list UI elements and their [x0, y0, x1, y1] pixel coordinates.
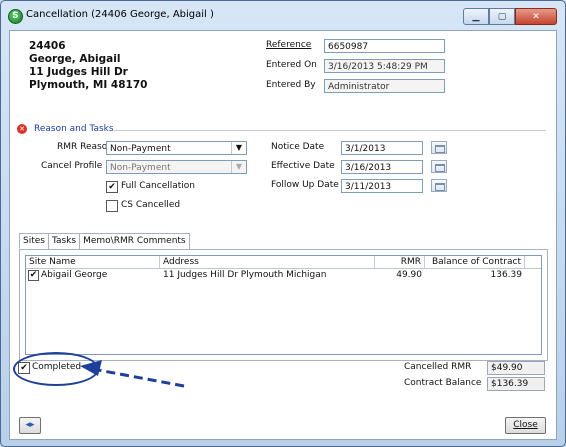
cancel-profile-select: Non-Payment ▼ [106, 160, 247, 174]
close-button[interactable]: Close [505, 417, 546, 434]
cs-cancelled-checkbox[interactable] [106, 200, 118, 212]
cancelled-rmr-label: Cancelled RMR [404, 362, 472, 372]
effective-date-label: Effective Date [271, 161, 335, 171]
client-area: 24406 George, Abigail 11 Judges Hill Dr … [9, 30, 557, 440]
column-header-address[interactable]: Address [160, 256, 375, 268]
close-window-button[interactable]: ✕ [515, 8, 557, 25]
entered-on-field: 3/16/2013 5:48:29 PM [324, 59, 445, 73]
app-icon: S [8, 9, 23, 24]
section-divider [114, 130, 546, 131]
column-header-site-name[interactable]: Site Name [26, 256, 160, 268]
tab-memo-rmr-comments[interactable]: Memo\RMR Comments [79, 233, 190, 249]
customer-address-line2: Plymouth, MI 48170 [29, 79, 148, 91]
full-cancellation-label: Full Cancellation [121, 181, 195, 191]
calendar-icon[interactable] [431, 141, 447, 154]
navigate-button[interactable]: ◂▸ [19, 417, 41, 434]
rmr-reason-select[interactable]: Non-Payment ▼ [106, 141, 247, 155]
annotation-arrow [80, 360, 185, 388]
chevron-down-icon: ▼ [231, 161, 246, 173]
cancellation-window: S Cancellation (24406 George, Abigail ) … [0, 0, 566, 447]
reference-label: Reference [266, 40, 312, 50]
table-header: Site Name Address RMR Balance of Contrac… [26, 256, 541, 269]
window-title: Cancellation (24406 George, Abigail ) [26, 9, 214, 20]
follow-up-date-label: Follow Up Date [271, 180, 339, 190]
arrow-head [80, 360, 102, 376]
tab-tasks[interactable]: Tasks [47, 233, 81, 249]
cancelled-rmr-value: $49.90 [487, 361, 545, 375]
calendar-icon[interactable] [431, 179, 447, 192]
minimize-button[interactable]: ▁ [463, 8, 489, 25]
notice-date-label: Notice Date [271, 142, 325, 152]
title-bar[interactable]: S Cancellation (24406 George, Abigail ) … [1, 1, 565, 29]
contract-balance-label: Contract Balance [404, 378, 482, 388]
tab-strip: Sites Tasks Memo\RMR Comments [19, 233, 190, 249]
column-header-balance[interactable]: Balance of Contract [425, 256, 525, 268]
entered-by-field: Administrator [324, 79, 445, 93]
customer-address-line1: 11 Judges Hill Dr [29, 66, 128, 78]
sites-table[interactable]: Site Name Address RMR Balance of Contrac… [25, 255, 542, 355]
maximize-button[interactable]: ▢ [489, 8, 515, 25]
cell-address: 11 Judges Hill Dr Plymouth Michigan [163, 270, 327, 280]
customer-name: George, Abigail [29, 53, 121, 65]
table-row[interactable]: ✔ Abigail George 11 Judges Hill Dr Plymo… [26, 269, 541, 282]
rmr-reason-value: Non-Payment [110, 144, 171, 154]
sites-tab-panel: Site Name Address RMR Balance of Contrac… [19, 249, 548, 361]
section-title: Reason and Tasks [34, 124, 114, 134]
effective-date-field[interactable]: 3/16/2013 [341, 160, 423, 174]
full-cancellation-checkbox[interactable]: ✔ [106, 181, 118, 193]
follow-up-date-field[interactable]: 3/11/2013 [341, 179, 423, 193]
cell-balance: 136.39 [490, 270, 523, 280]
error-icon: ✕ [17, 124, 27, 134]
cancel-profile-value: Non-Payment [110, 163, 171, 173]
column-header-rmr[interactable]: RMR [375, 256, 425, 268]
calendar-icon[interactable] [431, 160, 447, 173]
entered-on-label: Entered On [266, 60, 317, 70]
arrow-shaft [97, 368, 185, 388]
notice-date-field[interactable]: 3/1/2013 [341, 141, 423, 155]
cs-cancelled-label: CS Cancelled [121, 200, 181, 210]
cell-site-name: Abigail George [41, 270, 108, 280]
chevron-down-icon[interactable]: ▼ [231, 142, 246, 154]
cancel-profile-label: Cancel Profile [41, 161, 103, 171]
rmr-reason-label: RMR Reason [57, 142, 113, 152]
entered-by-label: Entered By [266, 80, 316, 90]
contract-balance-value: $136.39 [487, 377, 545, 391]
cell-rmr: 49.90 [396, 270, 422, 280]
customer-id: 24406 [29, 40, 66, 52]
reference-field[interactable]: 6650987 [324, 39, 445, 53]
tab-sites[interactable]: Sites [19, 233, 49, 249]
